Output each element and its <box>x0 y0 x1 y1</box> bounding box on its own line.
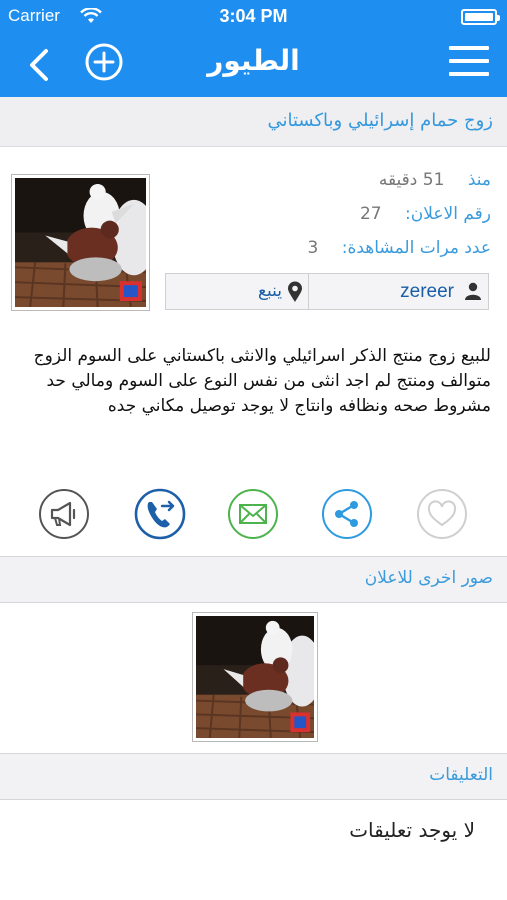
message-button[interactable] <box>227 488 279 540</box>
share-button[interactable] <box>321 488 373 540</box>
top-bar: Carrier 3:04 PM الطيور <box>0 0 507 97</box>
page-title: الطيور <box>207 44 300 77</box>
location-pin-icon <box>288 281 302 302</box>
other-photos-header: صور اخرى للاعلان <box>0 557 507 602</box>
seller-user[interactable]: zereer <box>308 274 488 309</box>
views-label: عدد مرات المشاهدة: <box>341 238 491 258</box>
navbar: الطيور <box>0 36 507 97</box>
report-button[interactable] <box>38 488 90 540</box>
ad-number-label: رقم الاعلان: <box>405 204 491 224</box>
call-icon <box>134 488 186 540</box>
share-icon <box>322 489 372 539</box>
comments-heading: التعليقات <box>429 765 493 785</box>
hamburger-menu-icon[interactable] <box>449 46 489 80</box>
comments-header: التعليقات <box>0 754 507 799</box>
report-icon <box>39 489 89 539</box>
pigeon-photo <box>15 178 146 307</box>
listing-title-bar: زوج حمام إسرائيلي وباكستاني <box>0 97 507 147</box>
ad-number-row: رقم الاعلان: 27 <box>360 204 491 224</box>
seller-info-box: zereer ينبع <box>165 273 489 310</box>
mail-icon <box>228 489 278 539</box>
action-bar <box>0 488 507 544</box>
listing-description: للبيع زوج منتج الذكر اسرائيلي والانثى با… <box>33 346 491 416</box>
favorite-button[interactable] <box>416 488 468 540</box>
call-button[interactable] <box>134 488 186 540</box>
views-row: عدد مرات المشاهدة: 3 <box>308 238 492 258</box>
battery-icon <box>461 9 500 25</box>
views-value: 3 <box>307 238 319 258</box>
pigeon-photo <box>196 616 314 738</box>
listing-main-photo[interactable] <box>11 174 150 311</box>
no-comments-message: لا يوجد تعليقات <box>349 818 475 842</box>
other-photo-thumbnail[interactable] <box>192 612 318 742</box>
favorite-icon <box>417 489 467 539</box>
since-label: منذ <box>467 170 491 190</box>
ad-number-value: 27 <box>359 204 382 224</box>
divider <box>0 602 507 603</box>
since-row: منذ 51 دقيقه <box>379 170 491 190</box>
other-photos-heading: صور اخرى للاعلان <box>364 568 493 588</box>
since-value: 51 دقيقه <box>378 170 445 190</box>
seller-username: zereer <box>400 281 454 302</box>
listing-title: زوج حمام إسرائيلي وباكستاني <box>267 110 494 131</box>
location-text: ينبع <box>257 281 282 301</box>
user-icon <box>465 282 481 300</box>
clock: 3:04 PM <box>219 6 288 26</box>
seller-location[interactable]: ينبع <box>166 274 308 309</box>
divider <box>0 799 507 800</box>
status-bar: Carrier 3:04 PM <box>0 0 507 36</box>
